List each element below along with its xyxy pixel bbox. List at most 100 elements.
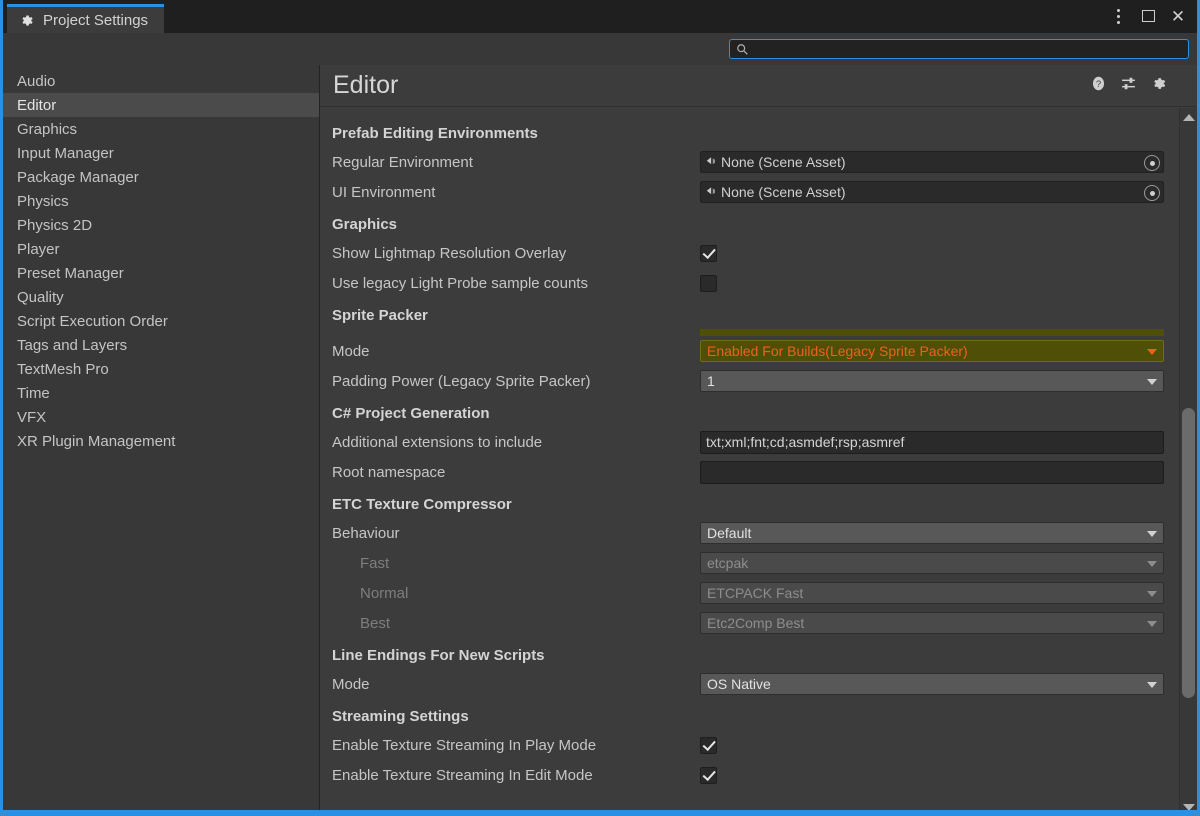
text-field-value: txt;xml;fnt;cd;asmdef;rsp;asmref	[706, 434, 905, 450]
sidebar-item-textmesh-pro[interactable]: TextMesh Pro	[3, 357, 319, 381]
svg-text:?: ?	[1096, 79, 1101, 90]
highlight-bar	[700, 329, 1164, 336]
dropdown-value: ETCPACK Fast	[707, 585, 804, 601]
tab-project-settings[interactable]: Project Settings	[7, 4, 165, 33]
setting-label: Mode	[332, 342, 370, 360]
scrollbar-thumb[interactable]	[1182, 408, 1195, 698]
chevron-down-icon	[1147, 591, 1157, 597]
setting-row: Root namespace	[320, 457, 1179, 487]
gear-icon[interactable]	[1150, 75, 1167, 92]
section-header: Sprite Packer	[332, 307, 428, 324]
setting-row: Show Lightmap Resolution Overlay	[320, 238, 1179, 268]
settings-content: Prefab Editing Environments Regular Envir…	[320, 108, 1179, 813]
sidebar-item-physics[interactable]: Physics	[3, 189, 319, 213]
setting-label: Best	[360, 614, 391, 632]
setting-label: Fast	[360, 554, 390, 572]
help-icon[interactable]: ?	[1090, 75, 1107, 92]
search-field[interactable]	[729, 39, 1189, 59]
object-picker-button[interactable]	[1144, 185, 1160, 201]
setting-label: UI Environment	[332, 183, 436, 201]
sidebar-item-time[interactable]: Time	[3, 381, 319, 405]
sidebar-item-package-manager[interactable]: Package Manager	[3, 165, 319, 189]
dropdown-field[interactable]: Default	[700, 522, 1164, 544]
setting-row: Normal ETCPACK Fast	[320, 578, 1179, 608]
section-header: Streaming Settings	[332, 708, 469, 725]
chevron-down-icon	[1147, 379, 1157, 385]
object-field[interactable]: None (Scene Asset)	[700, 151, 1164, 173]
maximize-icon[interactable]	[1135, 3, 1161, 29]
sidebar-item-label: Audio	[17, 72, 56, 90]
sidebar-item-script-execution-order[interactable]: Script Execution Order	[3, 309, 319, 333]
dropdown-field[interactable]: 1	[700, 370, 1164, 392]
setting-row: Fast etcpak	[320, 548, 1179, 578]
setting-row: Regular Environment None (Scene Asset)	[320, 147, 1179, 177]
scroll-up-icon[interactable]	[1180, 110, 1197, 124]
object-field-value: None (Scene Asset)	[721, 154, 846, 170]
text-field[interactable]	[700, 460, 1164, 484]
sidebar-item-audio[interactable]: Audio	[3, 69, 319, 93]
sidebar-item-label: Preset Manager	[17, 264, 124, 282]
window-bottom-accent	[3, 810, 1197, 813]
setting-row: Additional extensions to include txt;xml;…	[320, 427, 1179, 457]
sidebar-item-xr-plugin-management[interactable]: XR Plugin Management	[3, 429, 319, 453]
sidebar-item-label: Package Manager	[17, 168, 139, 186]
setting-checkbox[interactable]	[700, 274, 717, 292]
sidebar-item-label: Physics 2D	[17, 216, 93, 234]
setting-label: Normal	[360, 584, 409, 602]
dropdown-value: OS Native	[707, 676, 771, 692]
content-scrollbar[interactable]	[1179, 108, 1197, 813]
dropdown-field[interactable]: Enabled For Builds(Legacy Sprite Packer)	[700, 340, 1164, 362]
sidebar-item-graphics[interactable]: Graphics	[3, 117, 319, 141]
setting-row: Behaviour Default	[320, 518, 1179, 548]
section-header: C# Project Generation	[332, 405, 490, 422]
sidebar-item-editor[interactable]: Editor	[3, 93, 319, 117]
setting-label: Padding Power (Legacy Sprite Packer)	[332, 372, 591, 390]
dropdown-field[interactable]: etcpak	[700, 552, 1164, 574]
sidebar-item-label: Physics	[17, 192, 69, 210]
tab-label: Project Settings	[43, 11, 149, 29]
sidebar-item-player[interactable]: Player	[3, 237, 319, 261]
chevron-down-icon	[1147, 621, 1157, 627]
section-header: Graphics	[332, 216, 398, 233]
settings-main-panel: Editor ? Prefab Editing Environments Reg…	[320, 65, 1197, 813]
dropdown-value: Etc2Comp Best	[707, 615, 805, 631]
text-field[interactable]: txt;xml;fnt;cd;asmdef;rsp;asmref	[700, 430, 1164, 454]
setting-label: Behaviour	[332, 524, 400, 542]
sidebar-item-vfx[interactable]: VFX	[3, 405, 319, 429]
dropdown-field[interactable]: Etc2Comp Best	[700, 612, 1164, 634]
sidebar-item-quality[interactable]: Quality	[3, 285, 319, 309]
sidebar-item-label: Time	[17, 384, 50, 402]
setting-checkbox[interactable]	[700, 766, 717, 784]
setting-label: Show Lightmap Resolution Overlay	[332, 244, 567, 262]
chevron-down-icon	[1147, 561, 1157, 567]
sidebar-item-label: VFX	[17, 408, 47, 426]
setting-checkbox[interactable]	[700, 244, 717, 262]
chevron-down-icon	[1147, 349, 1157, 355]
dropdown-value: Enabled For Builds(Legacy Sprite Packer)	[707, 343, 968, 359]
panel-header: Editor ?	[320, 65, 1197, 107]
sidebar-item-label: Editor	[17, 96, 57, 114]
sidebar-item-physics-2d[interactable]: Physics 2D	[3, 213, 319, 237]
dropdown-field[interactable]: OS Native	[700, 673, 1164, 695]
search-input[interactable]	[735, 42, 1188, 56]
setting-row: Mode OS Native	[320, 669, 1179, 699]
section-header: ETC Texture Compressor	[332, 496, 512, 513]
dropdown-field[interactable]: ETCPACK Fast	[700, 582, 1164, 604]
setting-checkbox[interactable]	[700, 736, 717, 754]
preset-icon[interactable]	[1120, 75, 1137, 92]
setting-label: Additional extensions to include	[332, 433, 543, 451]
object-picker-button[interactable]	[1144, 155, 1160, 171]
setting-row: Enable Texture Streaming In Edit Mode	[320, 760, 1179, 790]
window-controls: ✕	[1105, 3, 1191, 29]
object-field[interactable]: None (Scene Asset)	[700, 181, 1164, 203]
sidebar-item-input-manager[interactable]: Input Manager	[3, 141, 319, 165]
settings-sidebar[interactable]: Audio Editor Graphics Input Manager Package …	[3, 65, 320, 813]
kebab-menu-icon[interactable]	[1105, 3, 1131, 29]
close-icon[interactable]: ✕	[1165, 3, 1191, 29]
sidebar-item-preset-manager[interactable]: Preset Manager	[3, 261, 319, 285]
sidebar-item-tags-and-layers[interactable]: Tags and Layers	[3, 333, 319, 357]
sidebar-item-label: Quality	[17, 288, 64, 306]
panel-header-icons: ?	[1090, 75, 1167, 92]
section-header: Prefab Editing Environments	[332, 125, 538, 142]
chevron-down-icon	[1147, 531, 1157, 537]
